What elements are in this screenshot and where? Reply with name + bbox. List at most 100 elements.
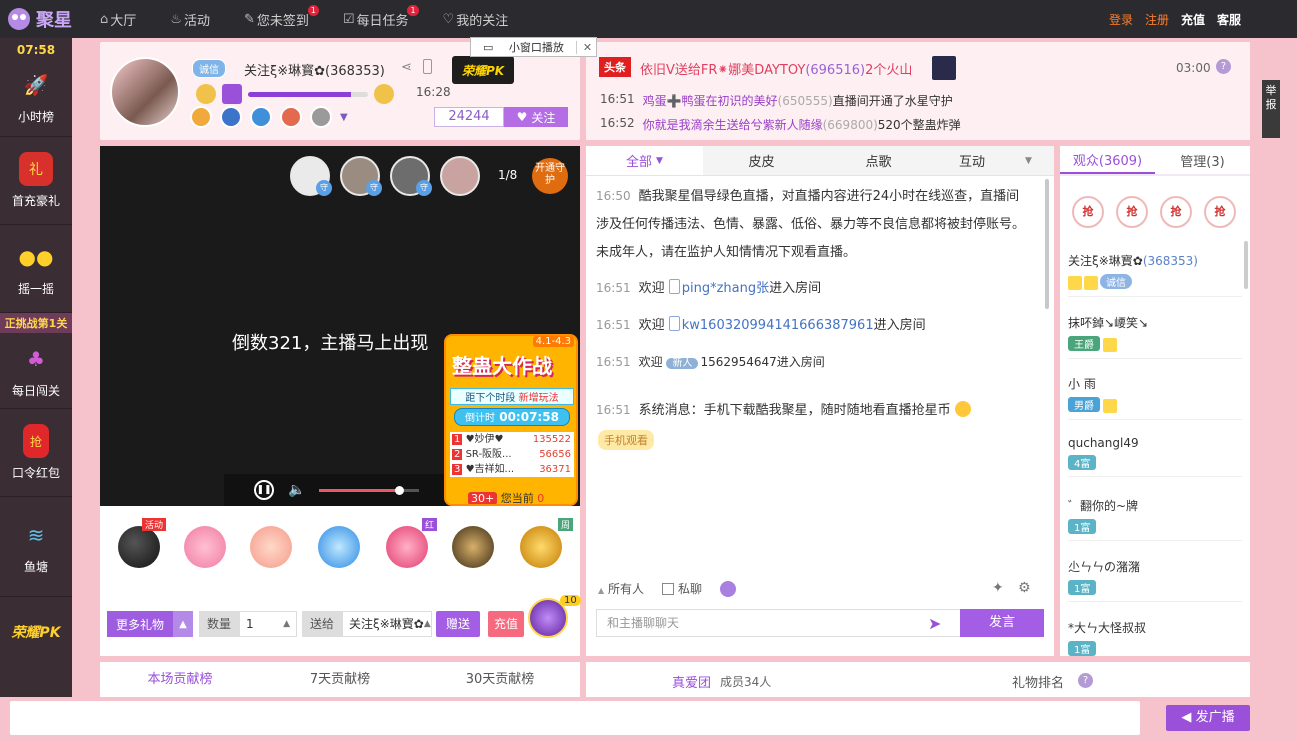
checkbox[interactable]	[662, 583, 674, 595]
audience-item[interactable]: 小 雨 男爵	[1068, 375, 1242, 420]
pause-icon[interactable]: ❚❚	[254, 480, 274, 500]
gear-icon[interactable]: ⚙	[1018, 580, 1031, 596]
sidebar-item-fishpond[interactable]: ≋ 鱼塘	[0, 497, 72, 597]
quantity-input[interactable]: 1 ▲	[239, 611, 298, 637]
tab-song[interactable]: 点歌	[820, 146, 937, 175]
tab-all[interactable]: 全部 ▼	[586, 146, 703, 175]
grab-seat-button[interactable]: 抢	[1160, 196, 1192, 228]
emoji-icon[interactable]	[720, 580, 737, 597]
register-link[interactable]: 注册	[1145, 11, 1169, 28]
grab-seat-button[interactable]: 抢	[1116, 196, 1148, 228]
pk-logo[interactable]: 荣耀PK	[452, 56, 514, 84]
nav-my-follow[interactable]: ♡ 我的关注	[443, 10, 509, 29]
chevron-up-icon[interactable]: ▲	[424, 612, 431, 636]
sidebar-item-shake[interactable]: ●● 摇一摇	[0, 225, 72, 313]
help-icon[interactable]: ?	[1216, 59, 1231, 74]
audience-item[interactable]: ゛翻你的~牌 1富	[1068, 497, 1242, 541]
video-player[interactable]: 守 守 守 1/8 开通守护 倒数321，主播马上出现 ❚❚ 🔈 4.1-4.3…	[100, 146, 580, 506]
audience-item[interactable]: 抹吥鋽↘崾笑↘ 王爵	[1068, 314, 1242, 359]
thumb-gift-icon[interactable]	[250, 526, 292, 568]
recipient-all[interactable]: ▲ 所有人	[598, 580, 644, 597]
gift-rank-label[interactable]: 礼物排名	[1012, 672, 1064, 691]
recharge-link[interactable]: 充值	[1181, 11, 1205, 28]
sidebar-pk-logo[interactable]: 荣耀PK	[0, 597, 72, 667]
nav-activity[interactable]: ♨ 活动	[170, 10, 210, 29]
clean-icon[interactable]: ✦	[992, 580, 1004, 596]
guard-page-indicator[interactable]: 1/8	[498, 168, 517, 182]
nav-signin[interactable]: ✎ 您未签到 1	[244, 4, 319, 29]
chat-tabs: 全部 ▼ 皮皮 点歌 互动 ▼	[586, 146, 1054, 176]
logo[interactable]: 聚星	[0, 6, 100, 32]
share-icon[interactable]: ⋖	[401, 60, 412, 75]
lion-badge-icon[interactable]	[190, 106, 212, 128]
car-gift-icon[interactable]	[520, 526, 562, 568]
audience-item[interactable]: 尐ㄣㄣの潴潴 1富	[1068, 558, 1242, 602]
tab-30day-rank[interactable]: 30天贡献榜	[420, 662, 580, 698]
volume-slider[interactable]	[319, 485, 420, 495]
guard-avatar[interactable]: 守	[340, 156, 382, 196]
chevron-up-icon[interactable]: ▲	[283, 612, 290, 636]
open-guard-button[interactable]: 开通守护	[532, 158, 568, 194]
broadcast-button[interactable]: ◀ 发广播	[1166, 705, 1250, 731]
audience-item[interactable]: 关注ξ※琳寳✿(368353) 诚信	[1068, 252, 1242, 297]
tab-audience[interactable]: 观众(3609)	[1060, 146, 1155, 174]
fan-group-label[interactable]: 真爱团	[672, 672, 711, 691]
volume-knob[interactable]	[395, 485, 405, 495]
anchor-avatar[interactable]	[110, 57, 180, 127]
chevron-up-icon[interactable]: ▲	[173, 611, 193, 637]
follow-button[interactable]: ♥ 关注	[504, 107, 568, 127]
grab-seat-button[interactable]: 抢	[1072, 196, 1104, 228]
service-link[interactable]: 客服	[1217, 11, 1241, 28]
nav-daily-task[interactable]: ☑ 每日任务 1	[343, 4, 419, 29]
speak-button[interactable]: 发言	[960, 609, 1044, 637]
tab-interact[interactable]: 互动 ▼	[937, 146, 1054, 175]
tab-pipi[interactable]: 皮皮	[703, 146, 820, 175]
cup-badge-icon[interactable]	[310, 106, 332, 128]
audience-item[interactable]: *大ㄣ大怪叔叔 1富	[1068, 619, 1242, 662]
shield-badge-icon[interactable]	[220, 106, 242, 128]
tab-admin[interactable]: 管理(3)	[1155, 146, 1250, 174]
bomb-gift-icon[interactable]	[118, 526, 160, 568]
help-icon[interactable]: ?	[1078, 673, 1093, 688]
heart-gift-icon[interactable]	[184, 526, 226, 568]
report-button[interactable]: 举报	[1262, 80, 1280, 138]
recharge-button[interactable]: 充值	[488, 611, 524, 637]
volume-icon[interactable]: 🔈	[288, 482, 305, 498]
star-badge-icon[interactable]	[280, 106, 302, 128]
audience-scrollbar[interactable]	[1244, 241, 1248, 289]
event-widget[interactable]: 4.1-4.3 整蛊大作战 距下个时段 新增玩法 倒计时 00:07:58 1 …	[444, 334, 578, 506]
tab-session-rank[interactable]: 本场贡献榜	[100, 662, 260, 698]
recipient-select[interactable]: 关注ξ※琳寳✿ ▲	[342, 611, 433, 637]
close-icon[interactable]: ✕	[575, 40, 596, 54]
expand-badges-icon[interactable]: ▼	[340, 112, 348, 123]
grab-seat-button[interactable]: 抢	[1204, 196, 1236, 228]
guard-avatar[interactable]	[440, 156, 480, 196]
send-gift-button[interactable]: 赠送	[436, 611, 480, 637]
chat-input[interactable]: 和主播聊聊天	[596, 609, 962, 637]
phone-watch-tag[interactable]: 手机观看	[598, 430, 654, 450]
phone-icon	[668, 279, 680, 294]
sidebar-item-red-packet[interactable]: 抢 口令红包	[0, 409, 72, 497]
private-chat-checkbox[interactable]: 私聊	[662, 580, 702, 597]
more-gifts-button[interactable]: 更多礼物 ▲	[107, 611, 193, 637]
phone-icon[interactable]	[423, 59, 432, 74]
diamond-badge-icon[interactable]	[250, 106, 272, 128]
send-icon[interactable]: ➤	[928, 614, 941, 633]
headline-text[interactable]: 依旧V送给FR⁕娜美DAYTOY(696516)2个火山	[640, 59, 912, 78]
tab-7day-rank[interactable]: 7天贡献榜	[260, 662, 420, 698]
audience-item[interactable]: quchangl49 4富	[1068, 436, 1242, 477]
login-link[interactable]: 登录	[1109, 11, 1133, 28]
sidebar-item-first-charge[interactable]: 礼 首充豪礼	[0, 137, 72, 225]
sidebar-item-hour-rank[interactable]: 🚀 小时榜	[0, 57, 72, 137]
ring-gift-icon[interactable]	[452, 526, 494, 568]
diamond-gift-icon[interactable]	[318, 526, 360, 568]
sidebar-item-daily-level[interactable]: ♣ 每日闯关	[0, 333, 72, 409]
lips-gift-icon[interactable]	[386, 526, 428, 568]
guard-avatar[interactable]: 守	[290, 156, 332, 196]
chat-scrollbar[interactable]	[1045, 179, 1049, 309]
guard-avatar[interactable]: 守	[390, 156, 432, 196]
nav-hall[interactable]: ⌂ 大厅	[100, 10, 136, 29]
mini-window-button[interactable]: ▭ 小窗口播放	[471, 39, 576, 55]
broadcast-input[interactable]	[10, 701, 1140, 735]
event-rank-row: 3 ♥吉祥如... 36371	[452, 464, 571, 475]
